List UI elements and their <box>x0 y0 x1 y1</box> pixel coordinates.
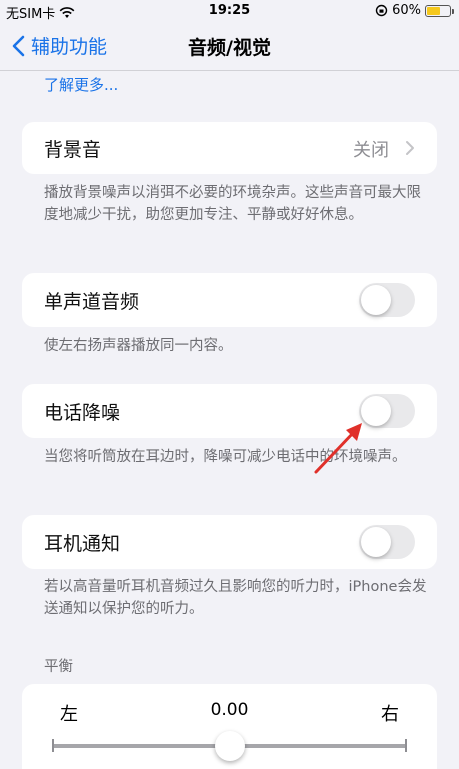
orientation-lock-icon <box>375 4 388 17</box>
balance-right-label: 右 <box>381 704 399 725</box>
mono-audio-toggle[interactable] <box>359 283 415 317</box>
slider-left-tick <box>52 739 54 752</box>
slider-right-tick <box>405 739 407 752</box>
balance-header: 平衡 <box>44 659 73 675</box>
annotation-arrow <box>314 423 362 474</box>
mono-audio-footer: 使左右扬声器播放同一内容。 <box>44 338 233 354</box>
headphone-notify-toggle[interactable] <box>359 525 415 559</box>
mono-audio-label: 单声道音频 <box>44 291 140 313</box>
headphone-notify-footer: 若以高音量听耳机音频过久且影响您的听力时，iPhone会发送通知以保护您的听力。 <box>44 579 427 617</box>
learn-more-link[interactable]: 了解更多... <box>44 74 118 95</box>
phone-noise-row: 电话降噪 <box>22 384 437 438</box>
headphone-notify-label: 耳机通知 <box>44 533 121 555</box>
background-sounds-value: 关闭 <box>353 140 389 161</box>
status-bar: 无SIM卡 19:25 60% <box>0 0 459 22</box>
balance-card: 左 0.00 右 <box>22 684 437 769</box>
chevron-right-icon <box>406 141 414 155</box>
balance-slider-knob[interactable] <box>214 731 245 761</box>
headphone-notify-row: 耳机通知 <box>22 515 437 569</box>
phone-noise-footer: 当您将听筒放在耳边时，降噪可减少电话中的环境噪声。 <box>44 449 407 465</box>
battery-percent: 60% <box>392 3 421 18</box>
balance-value: 0.00 <box>210 700 249 720</box>
navigation-bar: 辅助功能 音频/视觉 <box>0 22 459 70</box>
background-sounds-label: 背景音 <box>44 139 102 161</box>
nav-divider <box>0 70 459 71</box>
battery-icon <box>425 4 454 17</box>
mono-audio-row: 单声道音频 <box>22 273 437 327</box>
background-sounds-row[interactable]: 背景音 关闭 <box>22 122 437 174</box>
page-title: 音频/视觉 <box>188 37 271 59</box>
background-sounds-footer: 播放背景噪声以消弭不必要的环境杂声。这些声音可最大限度地减少干扰，助您更加专注、… <box>44 185 421 223</box>
phone-noise-label: 电话降噪 <box>44 402 121 424</box>
